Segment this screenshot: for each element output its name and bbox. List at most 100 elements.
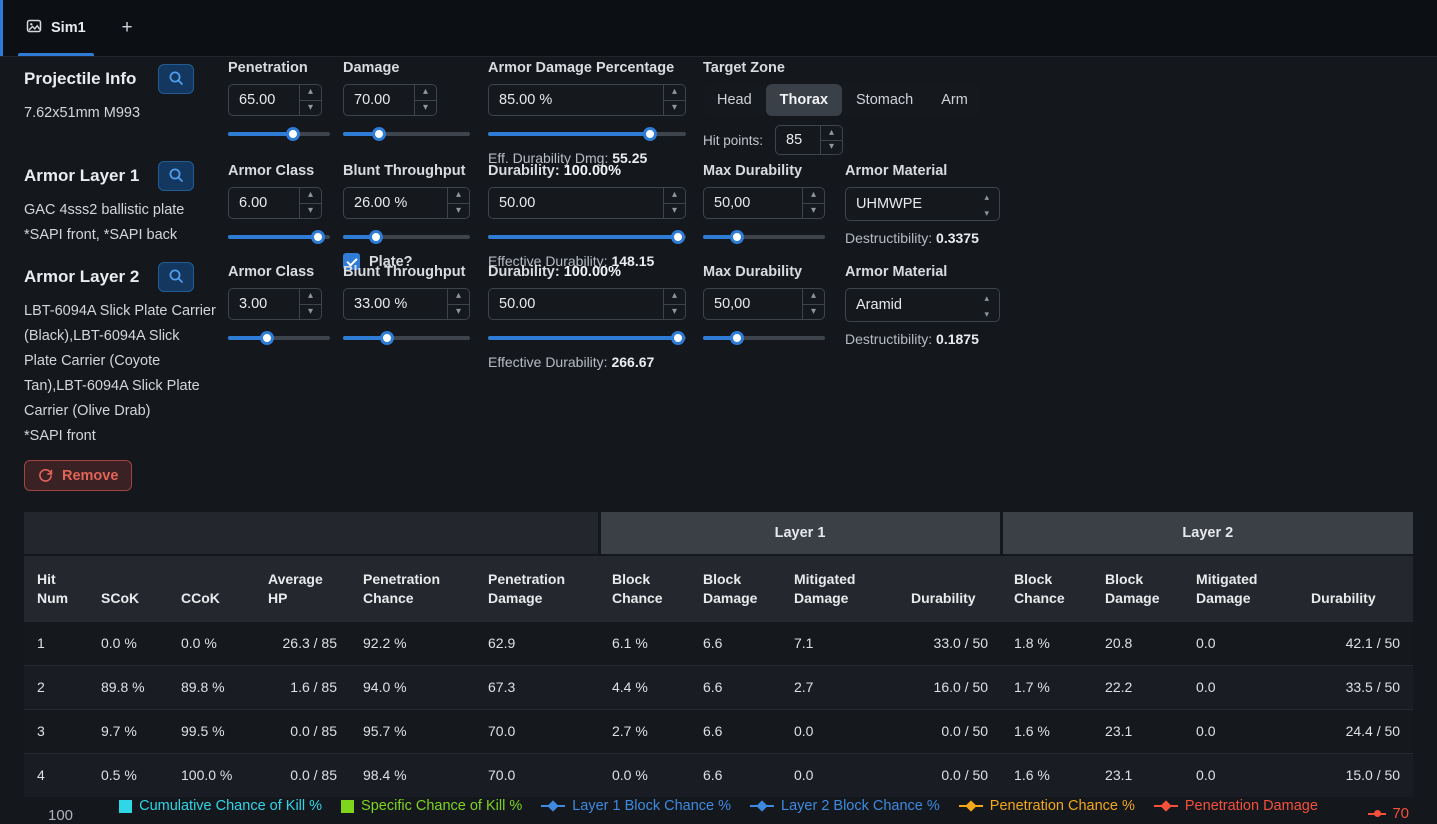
spin-up-icon xyxy=(448,289,469,305)
layer2-material-select[interactable]: Aramid xyxy=(845,288,1000,322)
layer1-max-durability-slider[interactable] xyxy=(703,229,825,244)
legend-item-cumulative-kill[interactable]: Cumulative Chance of Kill % xyxy=(119,798,322,814)
slider-thumb[interactable] xyxy=(380,330,395,345)
legend-item-penetration-chance[interactable]: Penetration Chance % xyxy=(958,798,1135,814)
layer1-durability-slider[interactable] xyxy=(488,229,686,244)
layer1-armor-class-spinner[interactable] xyxy=(299,188,321,218)
cell: 0.0 xyxy=(1183,664,1299,709)
hit-points-input[interactable]: 85 xyxy=(775,125,844,155)
projectile-search-button[interactable] xyxy=(158,64,194,94)
layer1-durability-spinner[interactable] xyxy=(663,188,685,218)
cell: 100.0 % xyxy=(168,752,255,797)
col-penetration-damage: Penetration Damage xyxy=(475,554,599,621)
layer2-blunt-spinner[interactable] xyxy=(447,289,469,319)
armor-damage-value[interactable]: 85.00 % xyxy=(489,85,663,115)
layer2-armor-class-slider[interactable] xyxy=(228,330,330,345)
armor-layer1-section: Armor Layer 1 GAC 4sss2 ballistic plate … xyxy=(24,161,216,248)
layer2-max-durability-slider[interactable] xyxy=(703,330,825,345)
slider-thumb[interactable] xyxy=(369,229,384,244)
armor-damage-input[interactable]: 85.00 % xyxy=(488,84,686,116)
damage-spinner[interactable] xyxy=(414,85,436,115)
zone-head-button[interactable]: Head xyxy=(703,84,766,116)
layer2-max-durability-spinner[interactable] xyxy=(802,289,824,319)
legend-item-layer1-block[interactable]: Layer 1 Block Chance % xyxy=(541,798,731,814)
layer2-armor-class-input[interactable]: 3.00 xyxy=(228,288,322,320)
layer1-armor-class-value[interactable]: 6.00 xyxy=(229,188,299,218)
legend-item-penetration-damage[interactable]: Penetration Damage xyxy=(1153,798,1318,814)
layer1-blunt-spinner[interactable] xyxy=(447,188,469,218)
slider-thumb[interactable] xyxy=(643,126,658,141)
slider-thumb[interactable] xyxy=(671,330,686,345)
penetration-value[interactable]: 65.00 xyxy=(229,85,299,115)
slider-thumb[interactable] xyxy=(310,229,325,244)
layer2-max-durability-input[interactable]: 50,00 xyxy=(703,288,825,320)
layer1-durability-input[interactable]: 50.00 xyxy=(488,187,686,219)
layer2-durability-slider[interactable] xyxy=(488,330,686,345)
slider-thumb[interactable] xyxy=(730,229,745,244)
layer2-durability-label: Durability: 100.00% xyxy=(488,264,686,282)
cell: 0.5 % xyxy=(88,752,168,797)
layer1-blunt-value[interactable]: 26.00 % xyxy=(344,188,447,218)
slider-thumb[interactable] xyxy=(671,229,686,244)
damage-input[interactable]: 70.00 xyxy=(343,84,437,116)
slider-thumb[interactable] xyxy=(259,330,274,345)
layer1-blunt-slider[interactable] xyxy=(343,229,470,244)
legend-square-marker xyxy=(341,799,355,813)
remove-layer2-button[interactable]: Remove xyxy=(24,460,133,491)
layer1-max-durability-input[interactable]: 50,00 xyxy=(703,187,825,219)
layer1-search-button[interactable] xyxy=(158,161,194,191)
layer2-armor-class-spinner[interactable] xyxy=(299,289,321,319)
layer2-durability-value[interactable]: 50.00 xyxy=(489,289,663,319)
layer2-armor-class-value[interactable]: 3.00 xyxy=(229,289,299,319)
cell: 67.3 xyxy=(475,664,599,709)
penetration-input[interactable]: 65.00 xyxy=(228,84,322,116)
slider-thumb[interactable] xyxy=(730,330,745,345)
layer1-armor-class-input[interactable]: 6.00 xyxy=(228,187,322,219)
cell: 95.7 % xyxy=(350,708,475,753)
layer2-blunt-slider[interactable] xyxy=(343,330,470,345)
slider-thumb[interactable] xyxy=(286,126,301,141)
chart-legend: Cumulative Chance of Kill % Specific Cha… xyxy=(0,798,1437,814)
layer1-max-durability-spinner[interactable] xyxy=(802,188,824,218)
layer1-armor-class-slider[interactable] xyxy=(228,229,330,244)
penetration-slider[interactable] xyxy=(228,126,330,141)
armor-damage-spinner[interactable] xyxy=(663,85,685,115)
layer1-max-durability-value[interactable]: 50,00 xyxy=(704,188,802,218)
damage-value[interactable]: 70.00 xyxy=(344,85,414,115)
legend-item-specific-kill[interactable]: Specific Chance of Kill % xyxy=(341,798,522,814)
layer1-blunt-input[interactable]: 26.00 % xyxy=(343,187,470,219)
layer1-material-select[interactable]: UHMWPE xyxy=(845,187,1000,221)
layer2-blunt-value[interactable]: 33.00 % xyxy=(344,289,447,319)
layer1-durability-value[interactable]: 50.00 xyxy=(489,188,663,218)
durability-percent: 100.00% xyxy=(563,264,621,280)
layer2-durability-spinner[interactable] xyxy=(663,289,685,319)
col-penetration-chance: Penetration Chance xyxy=(350,554,475,621)
spin-down-icon xyxy=(448,305,469,320)
chart-point-penetration-damage: 70 xyxy=(1368,805,1409,822)
legend-item-layer2-block[interactable]: Layer 2 Block Chance % xyxy=(750,798,940,814)
slider-thumb[interactable] xyxy=(371,126,386,141)
zone-stomach-button[interactable]: Stomach xyxy=(842,84,927,116)
col-hit-num: Hit Num xyxy=(24,554,88,621)
layer2-effective-durability: Effective Durability: 266.67 xyxy=(488,354,686,370)
layer2-max-durability-value[interactable]: 50,00 xyxy=(704,289,802,319)
layer2-max-durability-label: Max Durability xyxy=(703,264,803,280)
add-tab-button[interactable]: + xyxy=(112,14,142,42)
hit-points-value[interactable]: 85 xyxy=(776,126,820,154)
layer2-blunt-input[interactable]: 33.00 % xyxy=(343,288,470,320)
armor-layer2-title: Armor Layer 2 xyxy=(24,267,140,286)
cell: 2.7 % xyxy=(599,708,690,753)
layer2-search-button[interactable] xyxy=(158,262,194,292)
projectile-info-section: Projectile Info 7.62x51mm M993 xyxy=(24,64,216,126)
armor-damage-slider[interactable] xyxy=(488,126,686,141)
layer1-max-durability-control: Max Durability 50,00 xyxy=(703,163,825,244)
penetration-spinner[interactable] xyxy=(299,85,321,115)
hit-points-spinner[interactable] xyxy=(820,126,843,154)
tab-sim1[interactable]: Sim1 xyxy=(16,0,96,56)
y-axis-tick: 100 xyxy=(48,807,74,824)
zone-thorax-button[interactable]: Thorax xyxy=(765,84,843,116)
spin-down-icon xyxy=(664,305,685,320)
damage-slider[interactable] xyxy=(343,126,470,141)
zone-arm-button[interactable]: Arm xyxy=(927,84,982,116)
layer2-durability-input[interactable]: 50.00 xyxy=(488,288,686,320)
